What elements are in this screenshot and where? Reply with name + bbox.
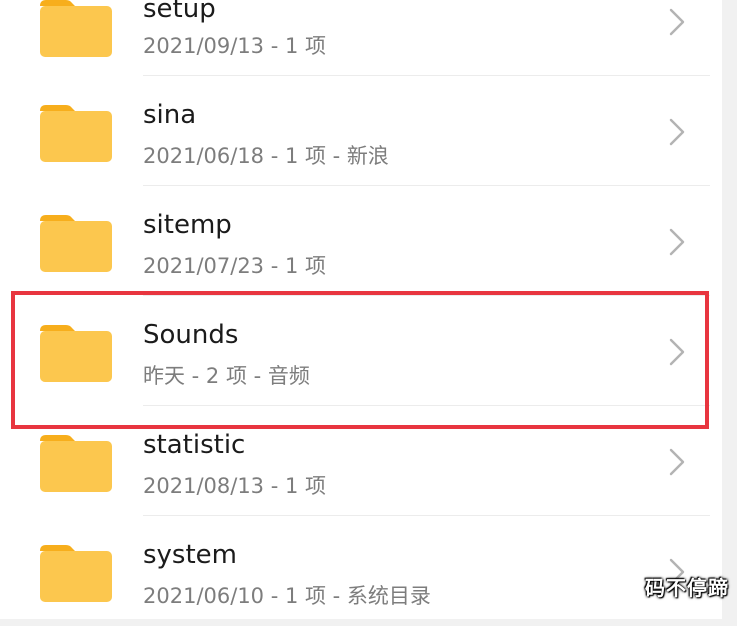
folder-meta: 2021/06/10 - 1 项 - 系统目录 <box>143 584 431 608</box>
folder-meta: 2021/09/13 - 1 项 <box>143 34 327 58</box>
folder-row-sitemp[interactable]: sitemp 2021/07/23 - 1 项 <box>0 186 722 296</box>
folder-name: sina <box>143 100 197 130</box>
folder-row-system[interactable]: system 2021/06/10 - 1 项 - 系统目录 <box>0 516 722 626</box>
folder-icon <box>40 0 112 57</box>
watermark: 码不停蹄 <box>645 576 729 600</box>
folder-name: statistic <box>143 430 246 460</box>
chevron-right-icon <box>668 8 686 36</box>
folder-row-setup[interactable]: setup 2021/09/13 - 1 项 <box>0 0 722 76</box>
folder-meta: 2021/06/18 - 1 项 - 新浪 <box>143 144 389 168</box>
folder-meta: 2021/07/23 - 1 项 <box>143 254 327 278</box>
folder-name: sitemp <box>143 210 232 240</box>
chevron-right-icon <box>668 448 686 476</box>
chevron-right-icon <box>668 228 686 256</box>
folder-name: setup <box>143 0 216 24</box>
folder-icon <box>40 105 112 162</box>
highlight-box <box>11 291 709 429</box>
folder-meta: 2021/08/13 - 1 项 <box>143 474 327 498</box>
folder-icon <box>40 215 112 272</box>
folder-icon <box>40 545 112 602</box>
folder-icon <box>40 435 112 492</box>
folder-name: system <box>143 540 237 570</box>
folder-row-sina[interactable]: sina 2021/06/18 - 1 项 - 新浪 <box>0 76 722 186</box>
chevron-right-icon <box>668 118 686 146</box>
